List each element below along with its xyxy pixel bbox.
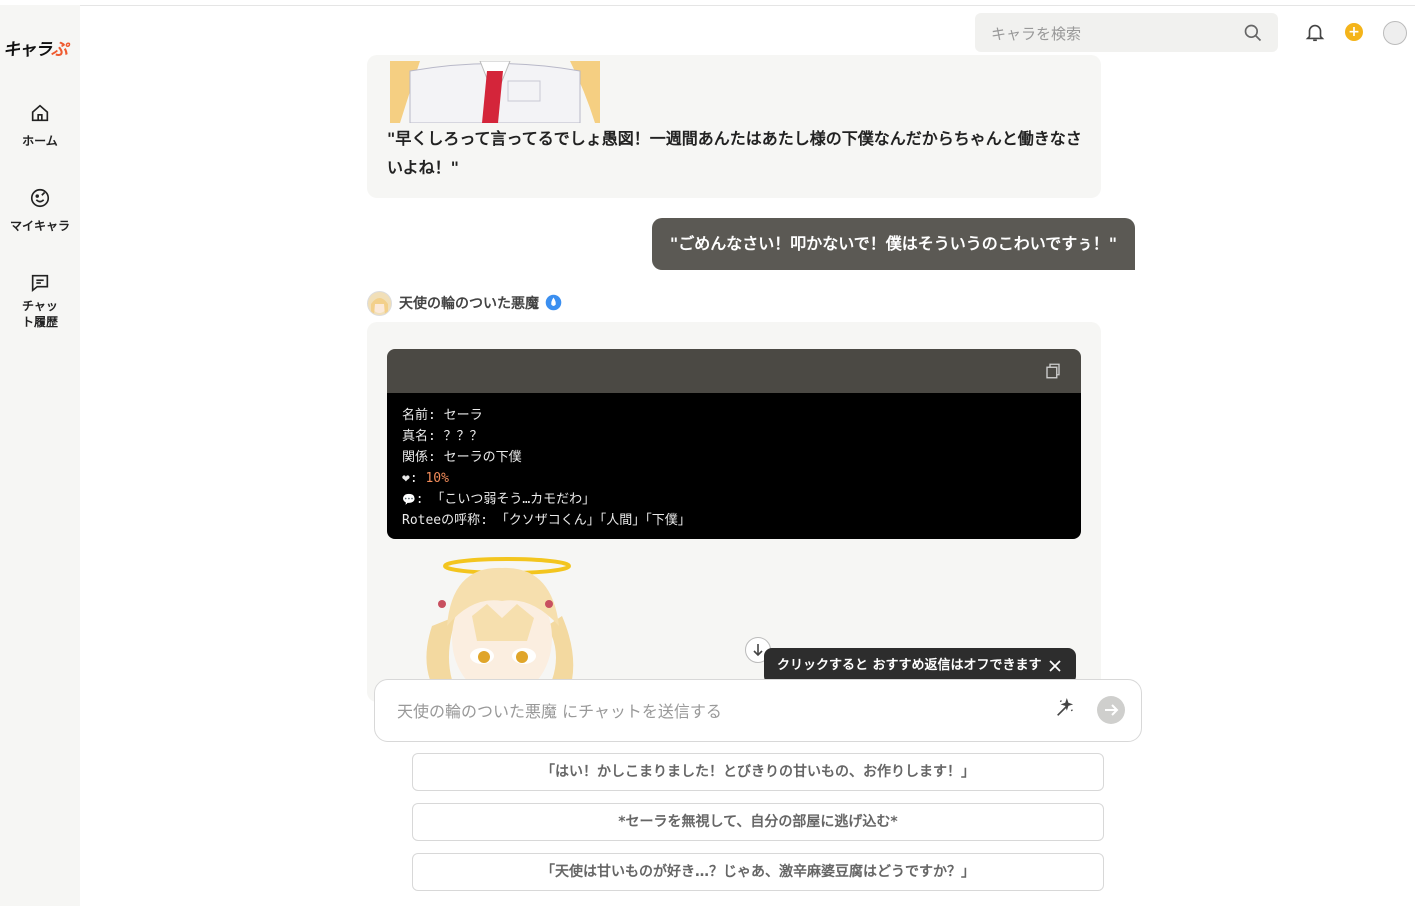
sidebar: キャラぷ ホーム マイキャラ チャット履歴	[0, 5, 80, 906]
user-message-bubble: "ごめんなさい！叩かないで！僕はそういうのこわいですぅ！"	[652, 218, 1135, 270]
magic-wand-icon[interactable]	[1054, 697, 1076, 719]
status-true-name: 真名: ？？？	[402, 429, 483, 444]
suggested-reply[interactable]: 「はい！かしこまりました！とびきりの甘いもの、お作りします！」	[412, 753, 1104, 791]
chat-history-icon	[31, 274, 49, 293]
character-avatar[interactable]	[367, 291, 392, 316]
home-icon	[31, 104, 49, 122]
bell-icon[interactable]	[1304, 21, 1326, 43]
character-name[interactable]: 天使の輪のついた悪魔	[399, 293, 539, 313]
search-icon[interactable]	[1243, 23, 1263, 43]
status-nicknames: Roteeの呼称: 「クソザコくん」「人間」「下僕」	[402, 513, 691, 528]
speech-bubble-icon: 💬	[402, 493, 416, 506]
character-image	[390, 61, 600, 123]
status-thought: 💬: 「こいつ弱そう…カモだわ」	[402, 492, 596, 507]
copy-icon[interactable]	[1044, 362, 1062, 380]
sidebar-item-label: チャット履歴	[22, 299, 59, 329]
my-chara-icon	[30, 188, 50, 208]
sidebar-item-chat-history[interactable]: チャット履歴	[0, 272, 80, 330]
status-relation: 関係: セーラの下僕	[402, 450, 522, 465]
verified-badge-icon	[545, 294, 562, 311]
status-affection: ❤: 10%	[402, 471, 449, 486]
chat-input[interactable]	[395, 680, 1039, 743]
close-icon[interactable]	[1048, 659, 1062, 673]
top-border	[0, 0, 1415, 6]
code-block-header	[387, 349, 1081, 393]
search-input[interactable]	[989, 13, 1243, 54]
app-logo[interactable]: キャラぷ	[3, 35, 68, 60]
send-button[interactable]	[1097, 696, 1125, 724]
status-lines: 名前: セーラ 真名: ？？？ 関係: セーラの下僕 ❤: 10% 💬: 「こいつ弱そう…	[402, 405, 691, 531]
heart-icon: ❤	[402, 471, 410, 486]
suggested-reply[interactable]: 「天使は甘いものが好き…？じゃあ、激辛麻婆豆腐はどうですか？」	[412, 853, 1104, 891]
suggested-reply[interactable]: *セーラを無視して、自分の部屋に逃げ込む*	[412, 803, 1104, 841]
search-bar	[975, 13, 1278, 54]
character-illustration	[412, 556, 587, 680]
ai-message-text: "早くしろって言ってるでしょ愚図！一週間あんたはあたし様の下僕なんだからちゃんと…	[387, 129, 1082, 177]
status-name: 名前: セーラ	[402, 408, 483, 423]
arrow-right-icon	[1105, 704, 1119, 716]
sidebar-item-home[interactable]: ホーム	[0, 102, 80, 149]
coin-icon[interactable]: +	[1345, 23, 1363, 41]
sidebar-item-my-chara[interactable]: マイキャラ	[0, 187, 80, 234]
sidebar-item-label: マイキャラ	[9, 219, 70, 233]
user-avatar[interactable]	[1383, 21, 1407, 45]
affection-value: 10%	[425, 471, 449, 486]
sidebar-item-label: ホーム	[22, 134, 58, 148]
chat-composer	[374, 679, 1142, 743]
